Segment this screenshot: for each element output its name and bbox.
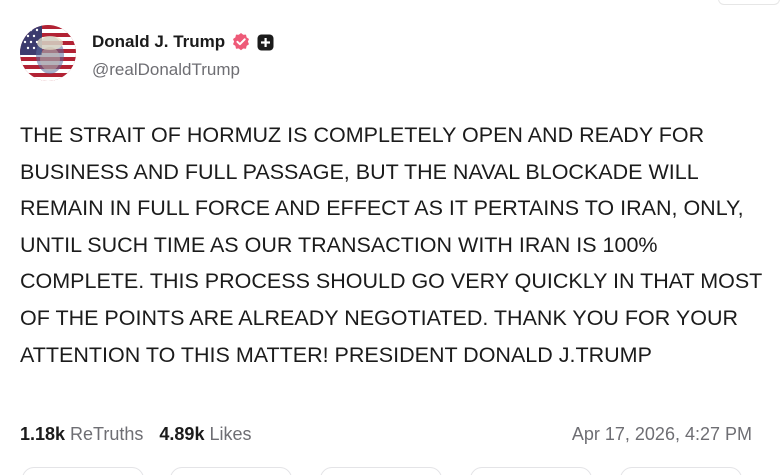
author-display-name[interactable]: Donald J. Trump [92, 32, 225, 52]
avatar[interactable] [20, 25, 76, 81]
retruth-button[interactable] [170, 467, 292, 475]
retruths-stat[interactable]: 1.18k ReTruths [20, 424, 143, 445]
post-timestamp[interactable]: Apr 17, 2026, 4:27 PM [572, 421, 752, 447]
post-card: Donald J. Trump @realDonaldTrump THE STR… [0, 0, 780, 475]
retruths-label: ReTruths [70, 423, 144, 444]
more-button[interactable] [620, 467, 742, 475]
retruths-count: 1.18k [20, 423, 66, 444]
post-stats: 1.18k ReTruths 4.89k Likes [20, 421, 251, 447]
likes-stat[interactable]: 4.89k Likes [159, 424, 251, 445]
plus-badge-icon [257, 34, 274, 51]
verified-badge-icon [231, 32, 251, 52]
action-bar [0, 467, 780, 475]
likes-count: 4.89k [159, 423, 205, 444]
likes-label: Likes [209, 423, 252, 444]
like-button[interactable] [320, 467, 442, 475]
author-name-row: Donald J. Trump [92, 30, 274, 54]
share-button[interactable] [470, 467, 592, 475]
reply-button[interactable] [22, 467, 144, 475]
author-handle[interactable]: @realDonaldTrump [92, 60, 240, 80]
post-text: THE STRAIT OF HORMUZ IS COMPLETELY OPEN … [20, 123, 762, 367]
corner-menu-edge [718, 0, 780, 5]
avatar-image [20, 25, 76, 81]
